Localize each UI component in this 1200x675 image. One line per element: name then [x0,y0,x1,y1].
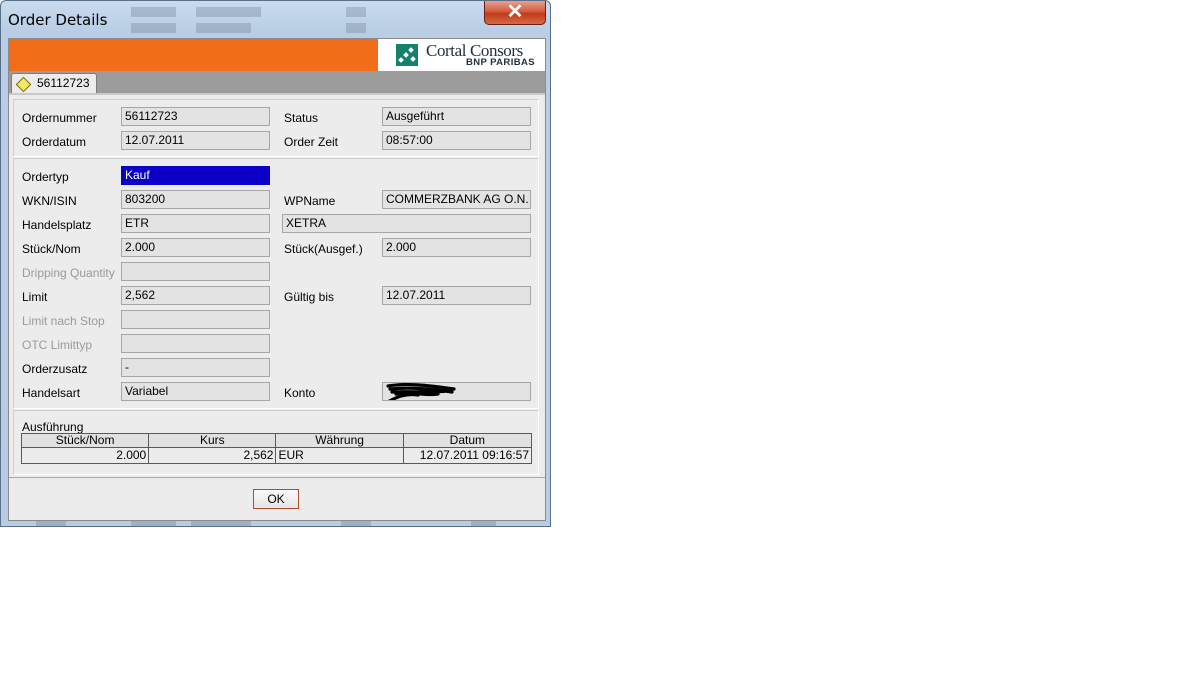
column-header[interactable]: Stück/Nom [20,433,150,448]
table-cell: 2,562 [148,447,277,464]
stueck-ausgef-label: Stück(Ausgef.) [284,242,363,256]
title-bar[interactable]: Order Details ✕ [1,1,550,37]
table-cell: EUR [275,447,404,464]
table-cell: 2.000 [20,447,150,464]
window-title: Order Details [8,11,108,29]
close-button[interactable]: ✕ [484,1,546,25]
diamond-icon [15,76,32,93]
dripping-quantity-field[interactable] [121,262,270,281]
limit-label: Limit [22,290,48,304]
order-details-window: Order Details ✕ Cortal Consors BNP PARIB… [0,0,551,527]
orderdatum-label: Orderdatum [22,135,87,149]
limit-field[interactable]: 2,562 [121,286,270,305]
bnp-stars-icon [396,44,418,66]
table-header-row: Stück/Nom Kurs Währung Datum [20,433,533,448]
orderdatum-field[interactable]: 12.07.2011 [121,131,270,150]
orderzusatz-label: Orderzusatz [22,362,88,376]
column-header[interactable]: Kurs [148,433,277,448]
brand-subline: BNP PARIBAS [466,57,535,68]
dialog-footer: OK [9,477,545,520]
gueltig-bis-field[interactable]: 12.07.2011 [382,286,531,305]
gueltig-bis-label: Gültig bis [284,290,335,304]
stueck-ausgef-field[interactable]: 2.000 [382,238,531,257]
ordernummer-label: Ordernummer [22,111,97,125]
redaction-scribble [386,383,456,400]
tab-order[interactable]: 56112723 [11,73,97,93]
table-row[interactable]: 2.000 2,562 EUR 12.07.2011 09:16:57 [20,447,533,464]
wkn-label: WKN/ISIN [22,194,77,208]
wpname-label: WPName [284,194,336,208]
konto-field[interactable] [382,382,531,401]
ordertyp-label: Ordertyp [22,170,69,184]
ordernummer-field[interactable]: 56112723 [121,107,270,126]
handelsart-label: Handelsart [22,386,81,400]
limit-nach-stop-label: Limit nach Stop [22,314,105,328]
stueck-label: Stück/Nom [22,242,81,256]
limit-nach-stop-field[interactable] [121,310,270,329]
otc-limittyp-field[interactable] [121,334,270,353]
handelsplatz-label: Handelsplatz [22,218,92,232]
orderzeit-field[interactable]: 08:57:00 [382,131,531,150]
close-icon: ✕ [506,1,524,23]
cortal-consors-logo: Cortal Consors BNP PARIBAS [378,39,545,71]
order-details-group: Ordertyp Kauf WKN/ISIN 803200 WPName COM… [13,158,539,409]
status-label: Status [284,111,319,125]
orderzusatz-field[interactable]: - [121,358,270,377]
stueck-field[interactable]: 2.000 [121,238,270,257]
otc-limittyp-label: OTC Limittyp [22,338,93,352]
execution-title: Ausführung [22,420,84,434]
dialog-content: Cortal Consors BNP PARIBAS 56112723 Orde… [8,38,546,521]
tab-label: 56112723 [37,76,90,90]
tab-strip: 56112723 [9,71,545,93]
handelsplatz-field[interactable]: ETR [121,214,270,233]
orderzeit-label: Order Zeit [284,135,339,149]
ok-button[interactable]: OK [253,489,299,509]
konto-label: Konto [284,386,316,400]
column-header[interactable]: Währung [275,433,404,448]
order-header-group: Ordernummer 56112723 Status Ausgeführt O… [13,99,539,157]
wpname-field[interactable]: COMMERZBANK AG O.N. [382,190,531,209]
wkn-field[interactable]: 803200 [121,190,270,209]
column-header[interactable]: Datum [402,433,533,448]
status-field[interactable]: Ausgeführt [382,107,531,126]
brand-banner: Cortal Consors BNP PARIBAS [9,39,545,71]
tab-panel: Ordernummer 56112723 Status Ausgeführt O… [9,93,545,477]
execution-table: Stück/Nom Kurs Währung Datum 2.000 2,562… [20,433,533,464]
table-cell: 12.07.2011 09:16:57 [402,447,533,464]
handelsart-field[interactable]: Variabel [121,382,270,401]
ordertyp-field[interactable]: Kauf [121,166,270,185]
handelsplatz-name-field[interactable]: XETRA [282,214,531,233]
dripping-quantity-label: Dripping Quantity [22,266,115,280]
